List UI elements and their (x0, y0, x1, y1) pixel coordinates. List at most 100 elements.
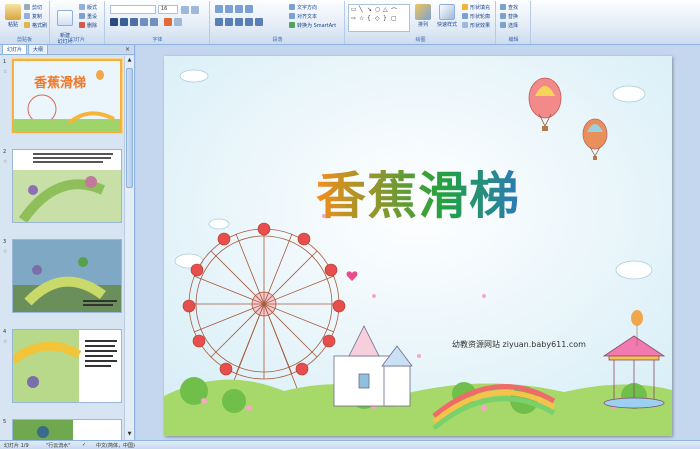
scroll-down-icon[interactable]: ▼ (126, 431, 133, 439)
oval-icon: ○ (375, 6, 381, 13)
quick-styles-button[interactable]: 快速样式 (434, 4, 460, 28)
reset-icon (79, 13, 85, 19)
underline-icon[interactable] (130, 18, 138, 26)
slides-pane: 幻灯片 大纲 × 1 ☆ 香蕉滑梯 2 ☆ 3 ☆ 4 ☆ 5 ▲ ▼ (0, 44, 135, 440)
slide-thumbnail[interactable] (12, 239, 122, 313)
layout-icon (79, 4, 85, 10)
arrange-icon (415, 4, 431, 20)
paste-button[interactable]: 粘贴 (2, 4, 24, 28)
strikethrough-icon[interactable] (140, 18, 148, 26)
align-text-button[interactable]: 对齐文本 (289, 12, 317, 20)
format-painter-button[interactable]: 格式刷 (24, 21, 47, 29)
align-text-icon (289, 13, 295, 19)
slide-background-art (164, 56, 672, 436)
change-case-icon[interactable] (174, 18, 182, 26)
columns-icon[interactable] (255, 18, 263, 26)
reset-button[interactable]: 重设 (79, 12, 97, 20)
tab-outline[interactable]: 大纲 (28, 44, 49, 54)
italic-icon[interactable] (120, 18, 128, 26)
replace-icon (500, 13, 506, 19)
slide-number: 3 (3, 239, 7, 245)
text-direction-icon (289, 4, 295, 10)
fill-bucket-icon (462, 4, 468, 10)
scroll-up-icon[interactable]: ▲ (126, 57, 133, 65)
font-color-icon[interactable] (164, 18, 172, 26)
arrange-button[interactable]: 排列 (412, 4, 434, 28)
shapes-gallery[interactable]: ▭ ╲ ↘ ○ △ ⌒ ⇨ ☆ { ◇ } ▢ (348, 4, 410, 32)
cursor-icon (500, 22, 506, 28)
slide-editor: 香蕉滑梯 幼教资源网站 ziyuan.baby611.com (136, 45, 700, 440)
arrow-icon: ↘ (367, 6, 373, 13)
numbering-icon[interactable] (225, 5, 233, 13)
status-bar: 幻灯片 1/9 "行云流水" ✓ 中文(简体，中国) (0, 440, 700, 449)
close-icon[interactable]: × (125, 46, 130, 53)
align-left-icon[interactable] (215, 18, 223, 26)
slide-thumbnail-row[interactable]: 5 (0, 419, 124, 440)
shape-fill-button[interactable]: 形状填充 (462, 3, 490, 11)
slide-thumbnail[interactable] (12, 329, 122, 403)
increase-indent-icon[interactable] (245, 5, 253, 13)
animation-star-icon: ☆ (3, 159, 8, 165)
replace-button[interactable]: 替换 (500, 12, 518, 20)
shadow-icon[interactable] (150, 18, 158, 26)
editing-group: 查找 替换 选择 编辑 (497, 1, 531, 44)
font-size-combo[interactable]: 16 (158, 5, 178, 14)
delete-slide-button[interactable]: 删除 (79, 21, 97, 29)
shrink-font-icon[interactable] (191, 6, 199, 14)
slide-canvas[interactable]: 香蕉滑梯 幼教资源网站 ziyuan.baby611.com (164, 56, 672, 436)
editing-group-label: 编辑 (508, 37, 519, 43)
copy-icon (24, 13, 30, 19)
thumbnail-scrollbar[interactable]: ▲ ▼ (124, 56, 134, 440)
copy-button[interactable]: 复制 (24, 12, 42, 20)
smartart-icon (289, 22, 295, 28)
clipboard-group: 粘贴 剪切 复制 格式刷 剪贴板 (0, 1, 50, 44)
rounded-rect-icon: ▢ (391, 15, 397, 22)
animation-star-icon: ☆ (3, 69, 8, 75)
font-name-combo[interactable] (110, 5, 156, 14)
text-direction-button[interactable]: 文字方向 (289, 3, 317, 11)
find-button[interactable]: 查找 (500, 3, 518, 11)
curve-icon: ⌒ (391, 8, 398, 15)
paragraph-group: 文字方向 对齐文本 转换为 SmartArt 段落 (211, 1, 345, 44)
ribbon: 粘贴 剪切 复制 格式刷 剪贴板 新建 幻灯片 版式 重设 删除 幻灯片 16 … (0, 0, 700, 45)
rectangle-icon: ▭ (351, 6, 357, 13)
slide-number: 4 (3, 329, 7, 335)
justify-icon[interactable] (245, 18, 253, 26)
thumbnail-2-art (13, 150, 121, 222)
slide-title[interactable]: 香蕉滑梯 (164, 156, 672, 228)
shape-outline-button[interactable]: 形状轮廓 (462, 12, 490, 20)
spell-check-icon[interactable]: ✓ (82, 442, 86, 448)
smartart-button[interactable]: 转换为 SmartArt (289, 21, 336, 29)
slide-thumbnail[interactable]: 香蕉滑梯 (12, 59, 122, 133)
bullets-icon[interactable] (215, 5, 223, 13)
bold-icon[interactable] (110, 18, 118, 26)
slide-thumbnail[interactable] (12, 149, 122, 223)
slides-group-label: 幻灯片 (69, 37, 85, 43)
align-right-icon[interactable] (235, 18, 243, 26)
thumbnail-5-art (13, 420, 121, 440)
select-button[interactable]: 选择 (500, 21, 518, 29)
grow-font-icon[interactable] (181, 6, 189, 14)
decrease-indent-icon[interactable] (235, 5, 243, 13)
slide-thumbnail[interactable] (12, 419, 122, 440)
animation-star-icon: ☆ (3, 339, 8, 345)
scroll-thumb[interactable] (126, 68, 133, 188)
shape-effects-button[interactable]: 形状效果 (462, 21, 490, 29)
thumbnail-4-art (13, 330, 121, 402)
paragraph-group-label: 段落 (272, 37, 283, 43)
theme-name: "行云流水" (46, 443, 71, 449)
language-status[interactable]: 中文(简体，中国) (96, 442, 135, 449)
svg-text:香蕉滑梯: 香蕉滑梯 (33, 75, 86, 91)
cut-button[interactable]: 剪切 (24, 3, 42, 11)
layout-button[interactable]: 版式 (79, 3, 97, 11)
slide-count: 幻灯片 1/9 (4, 443, 29, 449)
tab-slides[interactable]: 幻灯片 (2, 44, 28, 54)
block-arrow-icon: ⇨ (351, 15, 357, 22)
font-group: 16 字体 (106, 1, 210, 44)
scissors-icon (24, 4, 30, 10)
slide-footer-text[interactable]: 幼教资源网站 ziyuan.baby611.com (452, 339, 586, 350)
thumbnail-1-art: 香蕉滑梯 (14, 61, 120, 131)
animation-star-icon: ☆ (3, 249, 8, 255)
brush-icon (24, 22, 30, 28)
align-center-icon[interactable] (225, 18, 233, 26)
